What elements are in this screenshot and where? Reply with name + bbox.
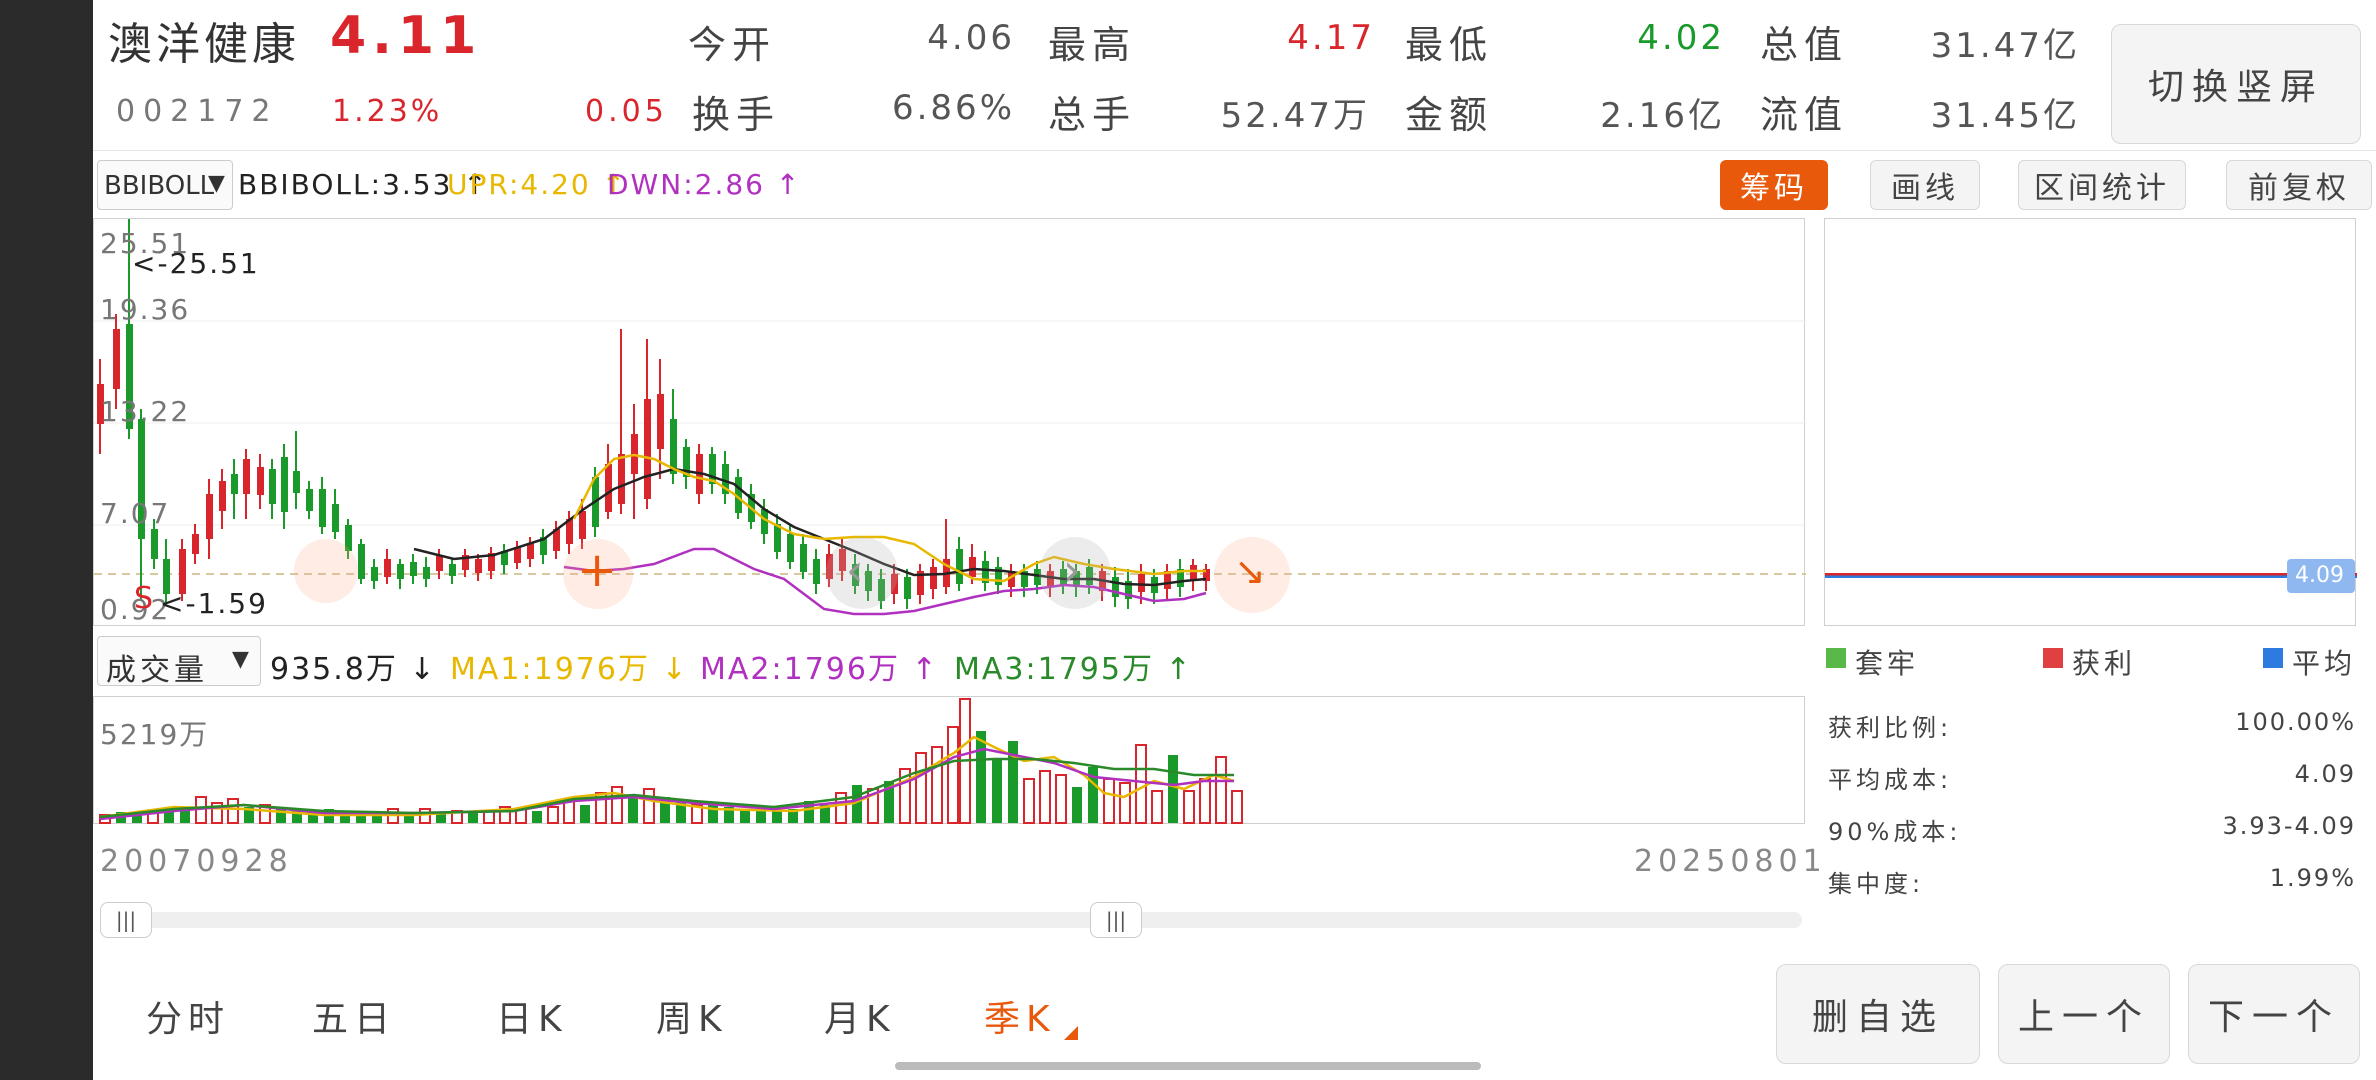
draw-line-button[interactable]: 画线 xyxy=(1870,160,1980,210)
legend-avg-label: 平均 xyxy=(2292,647,2357,680)
volume-chart[interactable]: 5219万 xyxy=(93,696,1805,824)
min-marker: <-1.59 xyxy=(160,587,268,620)
s-marker: S xyxy=(134,581,154,616)
volume-axis-max: 5219万 xyxy=(100,718,210,751)
grid-lines xyxy=(94,320,1806,526)
concentration-label: 集中度: xyxy=(1828,870,1925,898)
end-date: 20250801 xyxy=(1634,844,1827,879)
concentration-value: 1.99% xyxy=(2269,864,2356,892)
add-marker-button[interactable]: + xyxy=(563,539,633,609)
caret-down-icon: ▼ xyxy=(232,647,249,672)
header-divider xyxy=(93,150,2376,151)
range-stats-button[interactable]: 区间统计 xyxy=(2018,160,2186,210)
tab-monthly-k[interactable]: 月K xyxy=(824,990,896,1042)
range-slider-track[interactable] xyxy=(100,912,1802,928)
cost90-value: 3.93-4.09 xyxy=(2222,812,2356,840)
tab-five-day[interactable]: 五日 xyxy=(312,990,396,1042)
volume-ma2: MA2:1796万 ↑ xyxy=(700,652,939,687)
indicator-select-label: BBIBOLL xyxy=(104,171,215,201)
range-slider-left-handle[interactable]: ||| xyxy=(100,902,152,938)
chart-left-arrow-button[interactable]: ‹ xyxy=(826,537,898,609)
legend-profit-label: 获利 xyxy=(2072,647,2137,680)
profit-ratio-label: 获利比例: xyxy=(1828,714,1953,742)
legend-trapped-label: 套牢 xyxy=(1855,647,1920,680)
next-stock-button[interactable]: 下一个 xyxy=(2188,964,2360,1064)
high-label: 最高 xyxy=(1048,23,1137,67)
adjust-button[interactable]: 前复权 xyxy=(2226,160,2372,210)
collapse-chart-button[interactable]: ↘ xyxy=(1214,537,1290,613)
prev-circle[interactable] xyxy=(294,539,358,603)
home-indicator xyxy=(895,1062,1481,1070)
indicator-select[interactable]: BBIBOLL ▼ xyxy=(97,160,233,210)
previous-stock-button[interactable]: 上一个 xyxy=(1998,964,2170,1064)
chips-panel: 4.09 xyxy=(1824,218,2357,626)
legend-avg-swatch xyxy=(2263,648,2283,668)
max-marker: <-25.51 xyxy=(132,247,260,280)
chips-price-tag-text: 4.09 xyxy=(2295,563,2344,588)
start-date: 20070928 xyxy=(100,844,293,879)
total-cap-label: 总值 xyxy=(1760,23,1849,67)
axis-label-4: 7.07 xyxy=(100,497,171,530)
chart-right-arrow-button[interactable]: › xyxy=(1039,537,1111,609)
tab-intraday[interactable]: 分时 xyxy=(146,990,230,1042)
volume-ma1: MA1:1976万 ↓ xyxy=(450,652,689,687)
avg-cost-value: 4.09 xyxy=(2294,760,2356,788)
avg-cost-label: 平均成本: xyxy=(1828,766,1953,794)
volume-ma3: MA3:1795万 ↑ xyxy=(954,652,1193,687)
plus-icon: + xyxy=(577,542,618,598)
caret-down-icon: ▼ xyxy=(208,171,225,196)
turnover-value: 6.86% xyxy=(891,88,1015,128)
candlesticks xyxy=(97,219,1210,609)
chevron-left-icon: ‹ xyxy=(846,545,864,596)
volume-value: 52.47万 xyxy=(1220,96,1370,136)
amount-label: 金额 xyxy=(1405,93,1494,137)
collapse-arrow-icon: ↘ xyxy=(1234,549,1266,593)
remove-watchlist-button[interactable]: 删自选 xyxy=(1776,964,1980,1064)
high-value: 4.17 xyxy=(1287,18,1375,58)
tab-dropdown-corner-icon xyxy=(1064,1026,1078,1040)
tab-daily-k[interactable]: 日K xyxy=(496,990,568,1042)
chips-button[interactable]: 筹码 xyxy=(1720,160,1828,210)
volume-indicator-select[interactable]: 成交量 ▼ xyxy=(97,636,261,688)
grip-icon: ||| xyxy=(115,908,137,932)
total-cap-value: 31.47亿 xyxy=(1930,26,2080,66)
price-chart[interactable]: + ‹ › ↘ 25.51 <-25.51 19.36 13.22 7.07 0… xyxy=(93,218,1806,626)
left-edge-bar xyxy=(0,0,93,1080)
tab-weekly-k[interactable]: 周K xyxy=(656,990,728,1042)
switch-portrait-button[interactable]: 切换竖屏 xyxy=(2111,24,2361,144)
low-label: 最低 xyxy=(1405,23,1494,67)
axis-label-2: 19.36 xyxy=(100,293,191,326)
legend-profit-swatch xyxy=(2043,648,2063,668)
dwn-value: DWN:2.86 ↑ xyxy=(607,168,802,201)
profit-ratio-value: 100.00% xyxy=(2235,708,2356,736)
cost90-label: 90%成本: xyxy=(1828,818,1962,846)
chips-price-tag: 4.09 xyxy=(2287,559,2355,593)
axis-label-3: 13.22 xyxy=(100,395,191,428)
stock-price: 4.11 xyxy=(330,6,483,66)
open-label: 今开 xyxy=(688,23,777,67)
range-slider-right-handle[interactable]: ||| xyxy=(1090,902,1142,938)
chips-cost-line xyxy=(1825,573,2357,578)
change-amount: 0.05 xyxy=(585,94,668,129)
float-cap-value: 31.45亿 xyxy=(1930,96,2080,136)
stock-name: 澳洋健康 xyxy=(108,19,300,70)
float-cap-label: 流值 xyxy=(1760,93,1849,137)
amount-value: 2.16亿 xyxy=(1600,96,1725,136)
tab-quarterly-k[interactable]: 季K xyxy=(984,990,1056,1042)
change-percent: 1.23% xyxy=(332,94,443,129)
grip-icon: ||| xyxy=(1105,908,1127,932)
upr-value: UPR:4.20 ↑ xyxy=(447,168,628,201)
open-value: 4.06 xyxy=(927,18,1015,58)
volume-label: 总手 xyxy=(1048,93,1137,137)
turnover-label: 换手 xyxy=(692,93,781,137)
chevron-right-icon: › xyxy=(1063,545,1081,596)
stock-code: 002172 xyxy=(116,94,279,129)
low-value: 4.02 xyxy=(1637,18,1725,58)
volume-value: 935.8万 ↓ xyxy=(270,652,437,687)
legend-trapped-swatch xyxy=(1826,648,1846,668)
volume-select-label: 成交量 xyxy=(106,653,208,688)
